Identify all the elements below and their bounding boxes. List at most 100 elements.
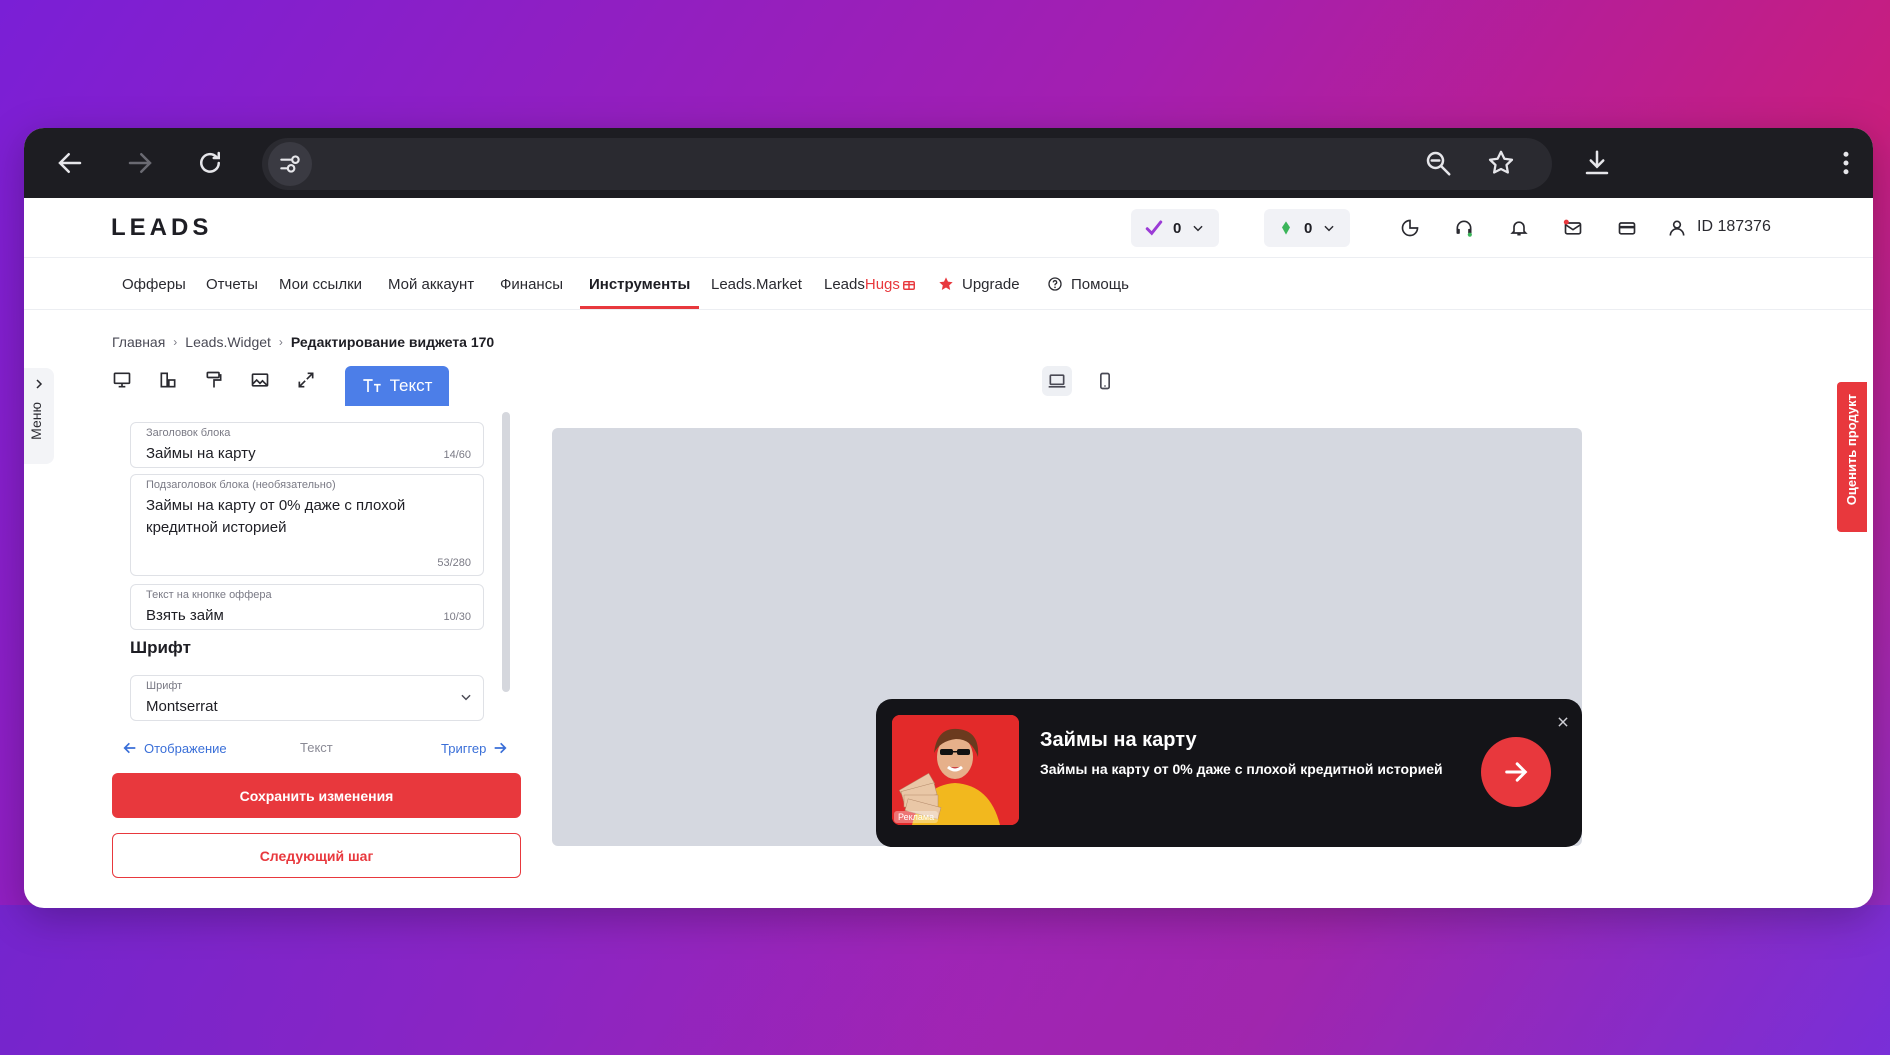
- site-settings-button[interactable]: [268, 142, 312, 186]
- button-text-field[interactable]: Текст на кнопке оффера Взять займ 10/30: [130, 584, 484, 630]
- next-step-button[interactable]: Следующий шаг: [112, 833, 521, 878]
- tab-layout[interactable]: [156, 368, 180, 392]
- browser-menu-button[interactable]: [1824, 141, 1868, 185]
- nav-finance[interactable]: Финансы: [500, 276, 563, 293]
- nav-help[interactable]: Помощь: [1047, 276, 1129, 293]
- counter-purple[interactable]: 0: [1131, 209, 1220, 247]
- title-field[interactable]: Заголовок блока Займы на карту 14/60: [130, 422, 484, 468]
- counter-value: 0: [1173, 219, 1182, 237]
- download-icon: [1585, 150, 1609, 175]
- close-icon[interactable]: [1556, 715, 1570, 729]
- monitor-icon: [113, 372, 131, 388]
- chevron-down-icon: [1193, 225, 1203, 232]
- save-changes-button[interactable]: Сохранить изменения: [112, 773, 521, 818]
- address-bar[interactable]: [262, 138, 1552, 190]
- mail-icon: [1563, 219, 1582, 235]
- nav-tools[interactable]: Инструменты: [589, 276, 690, 293]
- button-text-field-counter: 10/30: [443, 611, 471, 623]
- breadcrumb-separator: ›: [173, 335, 178, 349]
- bookmark-button[interactable]: [1479, 141, 1523, 185]
- tab-size[interactable]: [294, 368, 318, 392]
- nav-my-links[interactable]: Мои ссылки: [279, 276, 362, 293]
- layout-icon: [160, 372, 176, 388]
- nav-my-account[interactable]: Мой аккаунт: [388, 276, 474, 293]
- arrow-right-icon: [128, 153, 152, 173]
- font-select-label: Шрифт: [146, 680, 183, 692]
- step-next-label: Триггер: [441, 740, 487, 756]
- title-field-value: Займы на карту: [146, 445, 256, 462]
- back-button[interactable]: [48, 141, 92, 185]
- smartphone-icon: [1100, 372, 1110, 390]
- profile-button[interactable]: [1665, 216, 1689, 240]
- tab-text[interactable]: Текст: [345, 366, 449, 406]
- button-text-field-label: Текст на кнопке оффера: [146, 589, 272, 601]
- question-circle-icon: [1048, 277, 1062, 291]
- tab-style[interactable]: [202, 368, 226, 392]
- tab-display[interactable]: [110, 368, 134, 392]
- nav-active-underline: [580, 306, 699, 309]
- background-band: [0, 905, 1890, 1055]
- mobile-preview-button[interactable]: [1090, 366, 1120, 396]
- nav-offers[interactable]: Офферы: [122, 276, 186, 293]
- paint-roller-icon: [206, 371, 222, 388]
- rate-product-tab[interactable]: Оценить продукт: [1837, 382, 1867, 532]
- step-prev-link[interactable]: Отображение: [122, 740, 227, 756]
- purple-check-icon: [1145, 220, 1163, 236]
- breadcrumb-home[interactable]: Главная: [112, 334, 165, 350]
- tune-icon: [280, 155, 300, 173]
- zoom-out-icon: [1426, 151, 1451, 176]
- reload-button[interactable]: [188, 141, 232, 185]
- zoom-button[interactable]: [1416, 141, 1460, 185]
- nav-leads-market[interactable]: Leads.Market: [711, 276, 802, 293]
- leads-hugs-suffix: Hugs: [864, 276, 900, 293]
- font-section-heading: Шрифт: [130, 638, 191, 657]
- breadcrumb-section[interactable]: Leads.Widget: [185, 334, 271, 350]
- reload-icon: [200, 151, 220, 173]
- statistics-button[interactable]: [1398, 216, 1422, 240]
- messages-button[interactable]: [1561, 216, 1585, 240]
- star-icon: [939, 277, 953, 290]
- font-select[interactable]: Шрифт Montserrat: [130, 675, 484, 721]
- breadcrumb-current: Редактирование виджета 170: [290, 334, 495, 350]
- kebab-menu-icon: [1843, 151, 1849, 175]
- widget-image: Реклама: [892, 715, 1019, 825]
- rate-product-label: Оценить продукт: [1844, 394, 1859, 506]
- green-crystal-icon: [1282, 221, 1290, 235]
- step-next-link[interactable]: Триггер: [441, 740, 508, 756]
- payments-button[interactable]: [1615, 216, 1639, 240]
- card-icon: [1618, 222, 1636, 235]
- widget-cta-button[interactable]: [1481, 737, 1551, 807]
- button-text-field-value: Взять займ: [146, 607, 224, 624]
- side-menu-label: Меню: [28, 402, 44, 440]
- panel-scrollbar[interactable]: [502, 412, 510, 692]
- desktop-preview-button[interactable]: [1042, 366, 1072, 396]
- chevron-down-icon: [461, 694, 471, 701]
- subtitle-field[interactable]: Подзаголовок блока (необязательно) Займы…: [130, 474, 484, 576]
- pie-chart-icon: [1401, 219, 1419, 237]
- woman-with-money-image: [892, 715, 1019, 825]
- support-button[interactable]: [1452, 216, 1476, 240]
- counter-green[interactable]: 0: [1264, 209, 1351, 247]
- browser-window: LEADS 0 0 ID 187376 Офферы Отчеты Мои сс…: [24, 128, 1873, 908]
- notifications-button[interactable]: [1507, 216, 1531, 240]
- download-button[interactable]: [1575, 141, 1619, 185]
- nav-upgrade[interactable]: Upgrade: [938, 276, 1020, 293]
- nav-help-label: Помощь: [1071, 276, 1129, 293]
- chevron-down-icon: [1324, 225, 1334, 232]
- nav-reports[interactable]: Отчеты: [206, 276, 258, 293]
- nav-leads-hugs[interactable]: LeadsHugs: [824, 276, 916, 293]
- expand-icon: [298, 372, 314, 388]
- title-field-label: Заголовок блока: [146, 427, 231, 439]
- chevron-right-icon: [36, 379, 43, 389]
- forward-button[interactable]: [118, 141, 162, 185]
- leads-logo[interactable]: LEADS: [111, 214, 212, 242]
- breadcrumb-separator: ›: [278, 335, 283, 349]
- tab-image[interactable]: [248, 368, 272, 392]
- subtitle-field-value: Займы на карту от 0% даже с плохой креди…: [146, 497, 406, 536]
- arrow-left-icon: [58, 153, 82, 173]
- side-menu-toggle[interactable]: Меню: [24, 368, 54, 464]
- gift-icon: [902, 280, 915, 290]
- subtitle-field-label: Подзаголовок блока (необязательно): [146, 479, 336, 491]
- font-select-value: Montserrat: [146, 698, 218, 715]
- arrow-right-icon: [1505, 762, 1528, 782]
